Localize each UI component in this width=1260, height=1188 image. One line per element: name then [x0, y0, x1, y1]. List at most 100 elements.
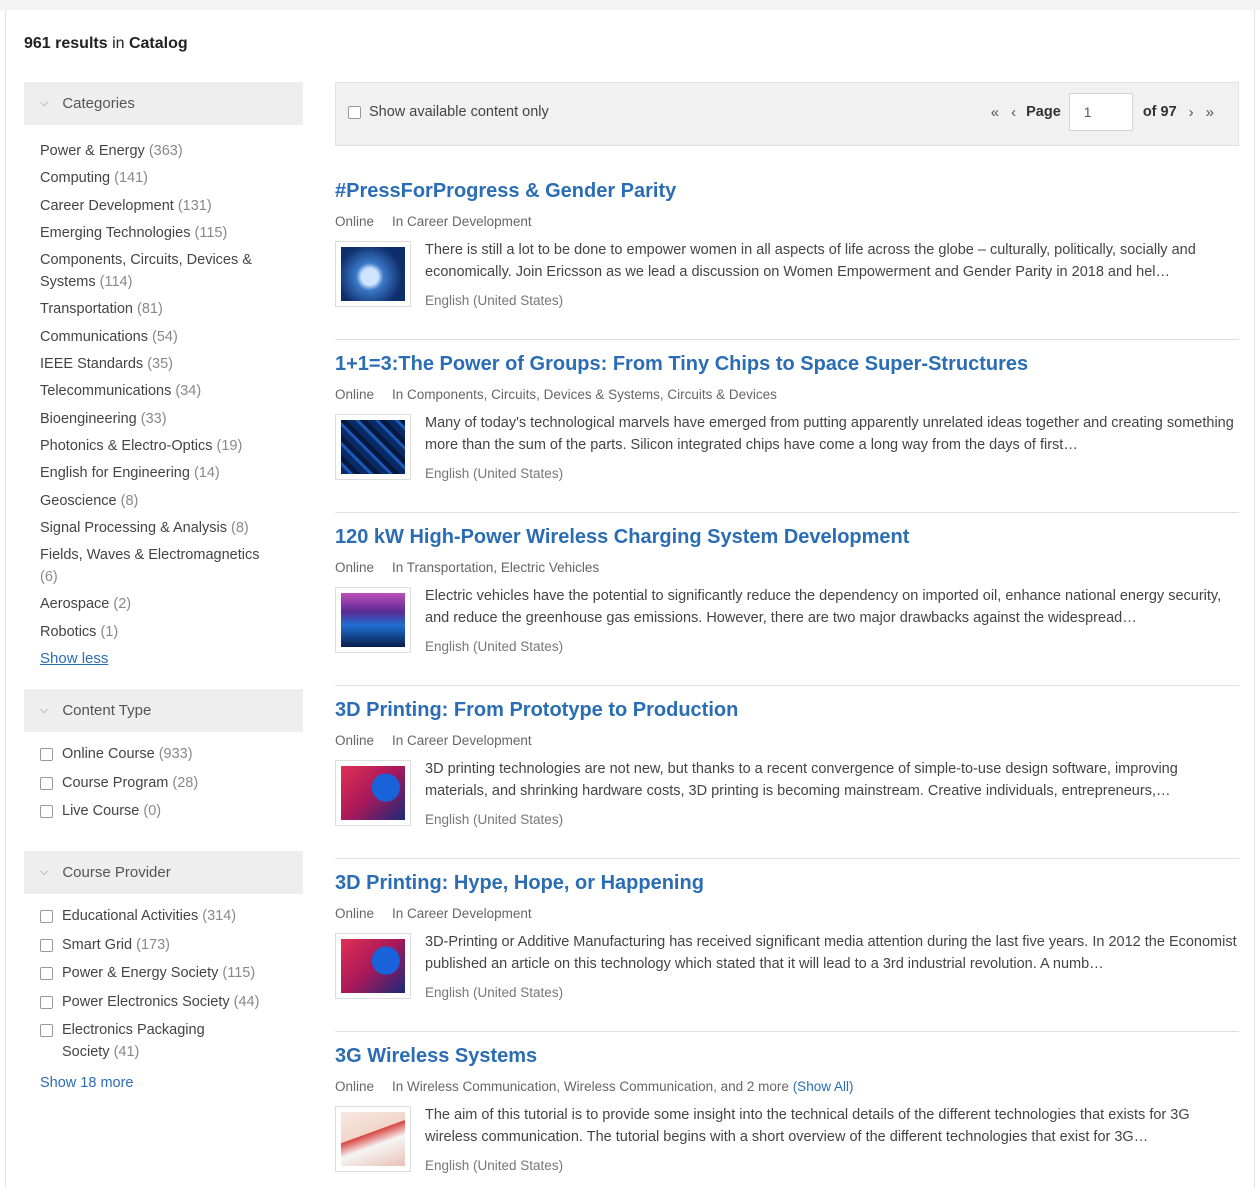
- results-scope: Catalog: [128, 35, 188, 52]
- category-item[interactable]: Signal Processing & Analysis (8): [40, 517, 280, 539]
- course-provider-option[interactable]: Power & Energy Society (115): [40, 962, 280, 984]
- result-description: The aim of this tutorial is to provide s…: [425, 1107, 1190, 1145]
- content-type-facet-header[interactable]: ⌵ Content Type: [24, 689, 303, 732]
- category-item[interactable]: Communications (54): [40, 326, 280, 348]
- checkbox[interactable]: [40, 995, 53, 1009]
- course-provider-option[interactable]: Electronics Packaging Society (41): [40, 1019, 240, 1063]
- result-item: 3D Printing: Hype, Hope, or Happening On…: [335, 872, 1239, 1045]
- course-provider-option[interactable]: Smart Grid (173): [40, 934, 280, 956]
- result-thumbnail[interactable]: [335, 933, 411, 999]
- next-page-icon[interactable]: ›: [1189, 104, 1194, 121]
- results-in: in: [112, 35, 125, 52]
- checkbox[interactable]: [40, 1024, 53, 1037]
- result-meta: Online In Career Development: [335, 906, 532, 921]
- smartphone-image: [341, 1112, 405, 1166]
- checkbox[interactable]: [40, 748, 53, 761]
- result-language: English (United States): [425, 812, 564, 827]
- page-label: Page: [1026, 104, 1061, 120]
- category-item[interactable]: Emerging Technologies (115): [40, 222, 280, 244]
- show-all-link[interactable]: (Show All): [793, 1079, 854, 1094]
- result-description: 3D printing technologies are not new, bu…: [425, 761, 1178, 799]
- result-description: 3D-Printing or Additive Manufacturing ha…: [425, 934, 1237, 972]
- show-more-providers-link[interactable]: Show 18 more: [40, 1075, 134, 1091]
- result-title[interactable]: 3G Wireless Systems: [335, 1045, 537, 1068]
- available-only-toggle[interactable]: Show available content only: [348, 104, 549, 120]
- category-item[interactable]: Photonics & Electro-Optics (19): [40, 435, 280, 457]
- categories-facet-header[interactable]: ⌵ Categories: [24, 82, 303, 125]
- category-item[interactable]: Aerospace (2): [40, 593, 280, 615]
- category-item[interactable]: Computing (141): [40, 167, 280, 189]
- result-title[interactable]: #PressForProgress & Gender Parity: [335, 180, 676, 203]
- course-provider-option[interactable]: Power Electronics Society (44): [40, 991, 280, 1013]
- chevron-down-icon: ⌵: [40, 704, 49, 716]
- result-item: 3G Wireless Systems Online In Wireless Co…: [335, 1045, 1239, 1188]
- globe-image: [341, 247, 405, 301]
- category-item[interactable]: Transportation (81): [40, 298, 280, 320]
- course-provider-option[interactable]: Educational Activities (314): [40, 905, 280, 927]
- content-type-list: Online Course (933) Course Program (28) …: [40, 743, 280, 829]
- content-type-option[interactable]: Live Course (0): [40, 800, 280, 822]
- page-total: of 97: [1142, 104, 1177, 120]
- show-less-link[interactable]: Show less: [40, 650, 108, 667]
- checkbox[interactable]: [40, 776, 53, 790]
- checkbox[interactable]: [40, 805, 53, 818]
- available-only-checkbox[interactable]: [348, 105, 361, 119]
- result-title[interactable]: 120 kW High-Power Wireless Charging Syst…: [335, 526, 909, 549]
- categories-facet-label: Categories: [62, 95, 135, 112]
- course-provider-facet-label: Course Provider: [62, 864, 171, 881]
- result-thumbnail[interactable]: [335, 587, 411, 653]
- result-title[interactable]: 3D Printing: Hype, Hope, or Happening: [335, 872, 704, 895]
- category-item[interactable]: Telecommunications (34): [40, 380, 280, 402]
- last-page-icon[interactable]: »: [1206, 104, 1214, 121]
- category-item[interactable]: Geoscience (8): [40, 490, 280, 512]
- category-item[interactable]: Career Development (131): [40, 195, 280, 217]
- right-border: [1254, 10, 1255, 1188]
- checkbox[interactable]: [40, 967, 53, 980]
- result-item: 120 kW High-Power Wireless Charging Syst…: [335, 526, 1239, 699]
- result-language: English (United States): [425, 985, 564, 1000]
- result-title[interactable]: 1+1=3:The Power of Groups: From Tiny Chi…: [335, 353, 1028, 376]
- checkbox[interactable]: [40, 910, 53, 923]
- result-thumbnail[interactable]: [335, 414, 411, 480]
- vehicle-dashboard-image: [341, 593, 405, 647]
- result-thumbnail[interactable]: [335, 760, 411, 826]
- result-thumbnail[interactable]: [335, 241, 411, 307]
- category-item[interactable]: Components, Circuits, Devices & Systems …: [40, 249, 280, 293]
- result-thumbnail[interactable]: [335, 1106, 411, 1172]
- pagination: « ‹ Page of 97 › »: [985, 93, 1220, 131]
- course-provider-facet-header[interactable]: ⌵ Course Provider: [24, 851, 303, 894]
- result-meta: Online In Career Development: [335, 214, 532, 229]
- available-only-label: Show available content only: [369, 104, 549, 120]
- content-type-option[interactable]: Online Course (933): [40, 743, 280, 765]
- checkbox[interactable]: [40, 938, 53, 952]
- category-list: Power & Energy (363) Computing (141) Car…: [40, 140, 280, 648]
- result-language: English (United States): [425, 1158, 564, 1173]
- category-item[interactable]: English for Engineering (14): [40, 462, 280, 484]
- result-language: English (United States): [425, 466, 564, 481]
- left-border: [5, 10, 6, 1188]
- top-strip: [0, 0, 1260, 10]
- result-divider: [335, 339, 1239, 340]
- result-title[interactable]: 3D Printing: From Prototype to Productio…: [335, 699, 738, 722]
- page-number-input[interactable]: [1068, 93, 1133, 131]
- chevron-down-icon: ⌵: [40, 97, 49, 109]
- chip-image: [341, 420, 405, 474]
- category-item[interactable]: Fields, Waves & Electromagnetics (6): [40, 544, 280, 588]
- category-item[interactable]: Robotics (1): [40, 621, 280, 643]
- content-type-option[interactable]: Course Program (28): [40, 772, 280, 794]
- result-language: English (United States): [425, 293, 564, 308]
- prev-page-icon[interactable]: ‹: [1011, 104, 1016, 121]
- result-item: 3D Printing: From Prototype to Productio…: [335, 699, 1239, 872]
- category-item[interactable]: Power & Energy (363): [40, 140, 280, 162]
- result-language: English (United States): [425, 639, 564, 654]
- result-description: There is still a lot to be done to empow…: [425, 242, 1196, 280]
- first-page-icon[interactable]: «: [991, 104, 999, 121]
- result-meta: Online In Transportation, Electric Vehicl…: [335, 560, 600, 575]
- result-divider: [335, 685, 1239, 686]
- result-item: #PressForProgress & Gender Parity Online…: [335, 180, 1239, 353]
- category-item[interactable]: IEEE Standards (35): [40, 353, 280, 375]
- result-description: Many of today's technological marvels ha…: [425, 415, 1234, 453]
- 3d-print-image: [341, 766, 405, 820]
- category-item[interactable]: Bioengineering (33): [40, 408, 280, 430]
- result-meta: Online In Wireless Communication, Wireles…: [335, 1079, 854, 1094]
